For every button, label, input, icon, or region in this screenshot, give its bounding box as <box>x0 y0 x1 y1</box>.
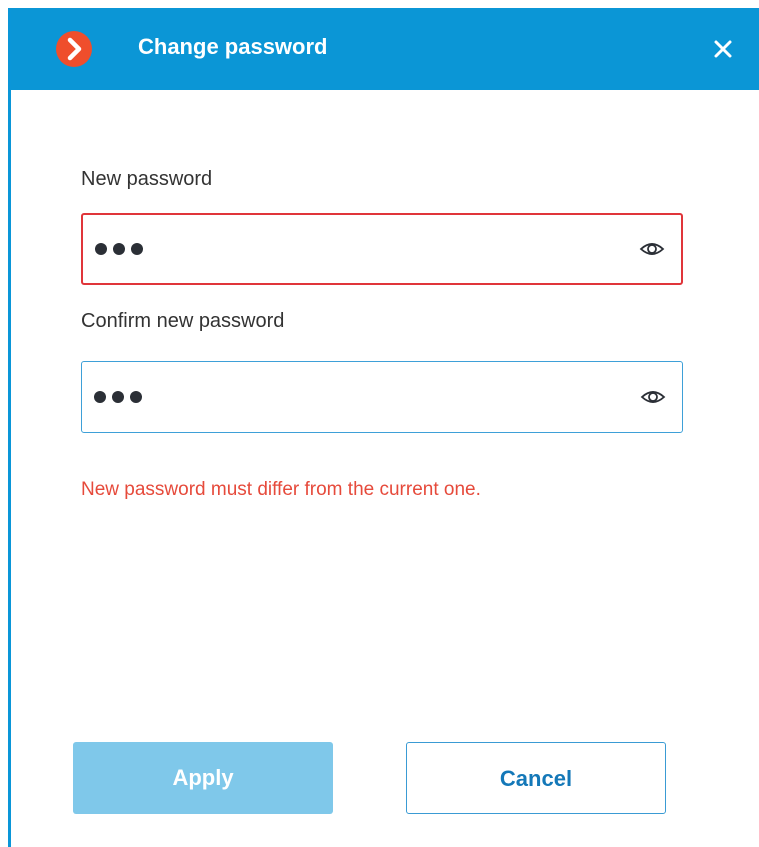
password-mask <box>95 243 143 255</box>
new-password-label: New password <box>81 168 213 190</box>
cancel-button[interactable]: Cancel <box>406 742 666 814</box>
close-icon[interactable] <box>708 34 738 64</box>
app-logo-icon <box>56 31 92 67</box>
eye-icon[interactable] <box>640 388 666 406</box>
dialog-title: Change password <box>138 34 328 59</box>
password-mask <box>94 391 142 403</box>
new-password-field[interactable] <box>81 213 683 285</box>
error-message: New password must differ from the curren… <box>81 479 481 500</box>
confirm-password-label: Confirm new password <box>81 310 285 332</box>
change-password-dialog: Change password New password Confirm new… <box>8 8 759 847</box>
confirm-password-field[interactable] <box>81 361 683 433</box>
title-bar: Change password <box>11 8 759 90</box>
apply-button[interactable]: Apply <box>73 742 333 814</box>
eye-icon[interactable] <box>639 240 665 258</box>
